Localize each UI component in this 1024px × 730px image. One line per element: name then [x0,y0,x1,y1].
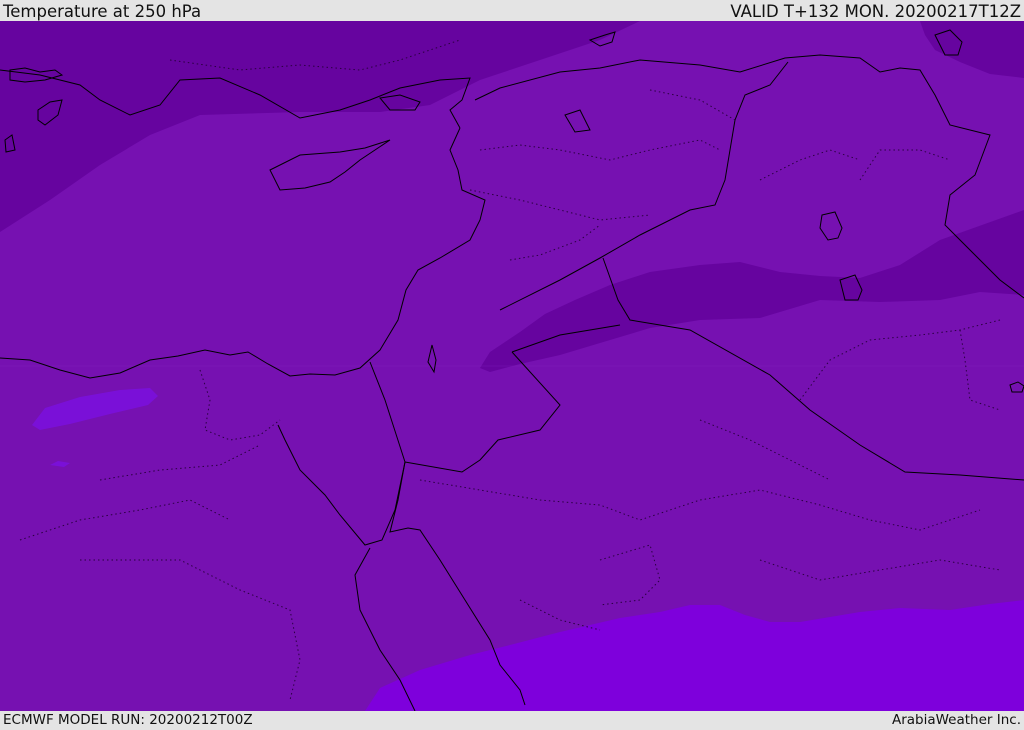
valid-time: VALID T+132 MON. 20200217T12Z [730,2,1021,21]
map-title: Temperature at 250 hPa [3,2,202,21]
footer-bar: ECMWF MODEL RUN: 20200212T00Z ArabiaWeat… [0,711,1024,729]
credit: ArabiaWeather Inc. [891,712,1021,728]
header-bar: Temperature at 250 hPa VALID T+132 MON. … [0,2,1024,21]
weather-map [0,21,1024,711]
model-run: ECMWF MODEL RUN: 20200212T00Z [3,712,253,728]
